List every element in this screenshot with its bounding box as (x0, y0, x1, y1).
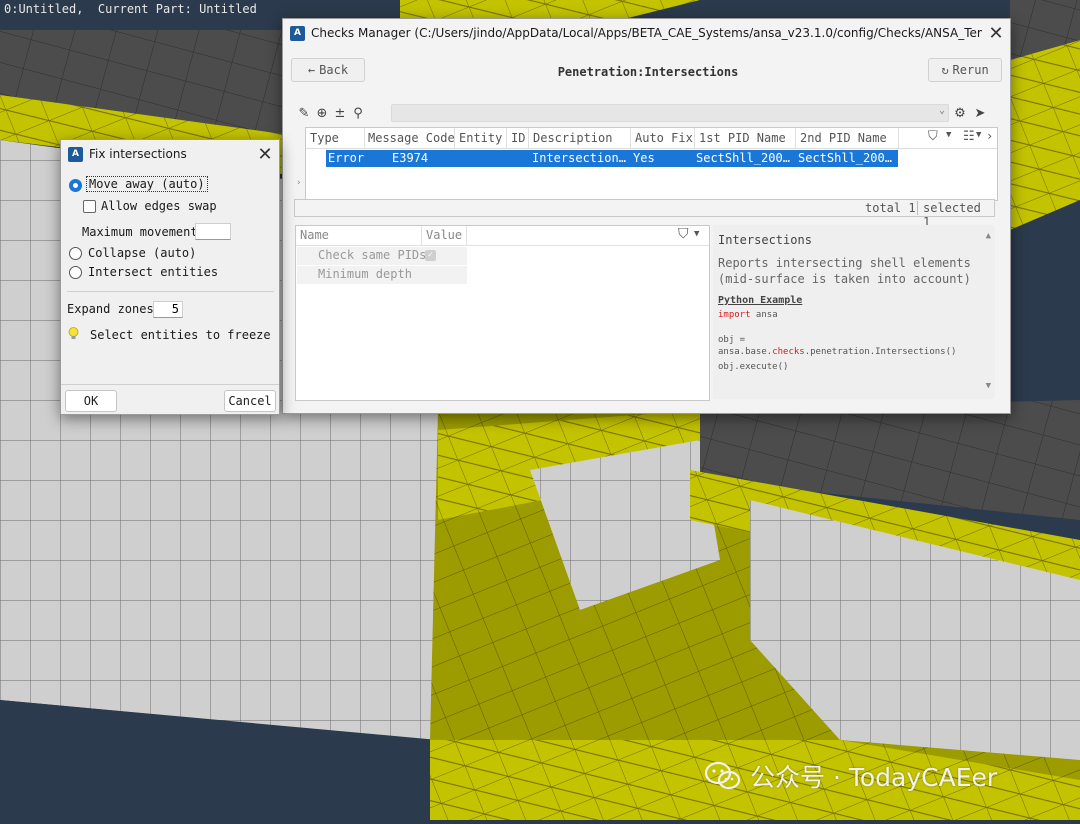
col-message-code[interactable]: Message Code (368, 131, 455, 145)
move-away-label[interactable]: Move away (auto) (86, 176, 208, 192)
filter-dropdown-icon[interactable]: ▼ (694, 229, 699, 239)
python-example-label: Python Example (718, 295, 803, 306)
cell-message-code: E3974 (392, 151, 429, 165)
checks-header-row: ← Back Penetration:Intersections ↻ Rerun (283, 51, 1010, 89)
chevron-down-icon[interactable]: ⌄ (939, 105, 945, 116)
row-expand-icon[interactable]: › (296, 178, 301, 188)
description-panel[interactable]: Intersections Reports intersecting shell… (713, 225, 995, 399)
cell-1st-pid: SectShll_200… (696, 151, 790, 165)
col-2nd-pid-name[interactable]: 2nd PID Name (800, 131, 887, 145)
table-row[interactable]: Error E3974 Intersection… Yes SectShll_2… (326, 150, 898, 167)
cell-description: Intersection… (532, 151, 626, 165)
watermark: 公众号 · TodayCAEer (704, 758, 997, 794)
results-table[interactable]: Type Message Code Entity ID Description … (296, 127, 998, 201)
wechat-icon (704, 761, 741, 790)
code-line-import: import ansa (718, 310, 778, 320)
lightbulb-icon (68, 327, 79, 339)
results-table-header: Type Message Code Entity ID Description … (306, 128, 997, 149)
parameters-panel[interactable]: Name Value ⛉ ▼ Check same PIDs ✓ Minimum… (295, 225, 710, 401)
description-text: Reports intersecting shell elements (mid… (718, 256, 971, 286)
ansa-app-icon: A (290, 25, 305, 41)
max-movement-label: Maximum movement (82, 225, 198, 239)
viewport-status-text: 0:Untitled, Current Part: Untitled (4, 2, 257, 16)
window-title: Checks Manager (C:/Users/jindo/AppData/L… (311, 26, 982, 40)
search-input[interactable]: ⌄ (391, 104, 949, 122)
param-row[interactable]: Check same PIDs ✓ (297, 247, 467, 265)
col-type[interactable]: Type (310, 131, 339, 145)
ansa-app-icon: A (68, 146, 83, 162)
search-icon[interactable]: ⚲ (349, 104, 367, 122)
col-name: Name (300, 228, 329, 242)
col-1st-pid-name[interactable]: 1st PID Name (699, 131, 786, 145)
plus-minus-icon[interactable]: ± (331, 104, 349, 122)
watermark-text: 公众号 · TodayCAEer (750, 763, 998, 792)
cell-2nd-pid: SectShll_200… (798, 151, 892, 165)
rerun-label: Rerun (952, 63, 989, 77)
zoom-icon[interactable]: ⊕ (313, 104, 331, 122)
back-label: Back (319, 63, 349, 77)
expand-zones-label: Expand zones (67, 302, 154, 316)
col-auto-fix[interactable]: Auto Fix (635, 131, 693, 145)
allow-edges-swap-label[interactable]: Allow edges swap (101, 199, 217, 213)
rerun-icon: ↻ (941, 63, 949, 77)
table-status-bar: total 1 selected 1 (294, 199, 995, 229)
fix-dialog-titlebar[interactable]: A Fix intersections ✕ (61, 140, 279, 168)
checks-manager-titlebar[interactable]: A Checks Manager (C:/Users/jindo/AppData… (283, 19, 1010, 47)
description-title: Intersections (718, 233, 812, 247)
parameters-header: Name Value ⛉ ▼ (296, 226, 709, 246)
intersect-entities-radio[interactable] (69, 266, 82, 279)
close-icon[interactable]: ✕ (251, 140, 279, 168)
filter-icon[interactable]: ⛉ (678, 226, 689, 242)
separator (61, 384, 279, 385)
check-header-title: Penetration:Intersections (557, 65, 739, 79)
check-same-pids-checkbox[interactable]: ✓ (425, 250, 436, 261)
close-icon[interactable]: ✕ (982, 19, 1010, 47)
cursor-icon[interactable]: ➤ (971, 104, 989, 122)
scroll-right-icon[interactable]: › (986, 129, 993, 143)
allow-edges-swap-checkbox[interactable] (83, 200, 96, 213)
settings-gear-icon[interactable]: ⚙ (951, 104, 969, 122)
columns-icon[interactable]: ☷ (963, 129, 975, 144)
filter-icon[interactable]: ⛉ (928, 129, 938, 144)
pick-tool-icon[interactable]: ✎ (295, 104, 313, 122)
select-freeze-label[interactable]: Select entities to freeze (90, 328, 271, 342)
intersect-entities-label[interactable]: Intersect entities (88, 265, 218, 279)
checks-manager-window[interactable]: A Checks Manager (C:/Users/jindo/AppData… (282, 18, 1011, 414)
rerun-button[interactable]: ↻ Rerun (928, 58, 1002, 82)
status-total: total 1 (865, 201, 916, 215)
separator (67, 291, 274, 292)
dialog-title: Fix intersections (89, 147, 187, 161)
cell-type: Error (328, 151, 365, 165)
param-row[interactable]: Minimum depth (297, 266, 467, 284)
scroll-up-icon[interactable]: ▲ (986, 231, 991, 241)
checks-toolbar: ✎ ⊕ ± ⚲ ⌄ ⚙ ➤ (295, 103, 995, 123)
filter-dropdown-icon[interactable]: ▼ (946, 130, 951, 140)
col-description[interactable]: Description (533, 131, 612, 145)
code-line-call: ansa.base.checks.penetration.Intersectio… (718, 347, 957, 357)
param-name: Check same PIDs (318, 248, 427, 262)
code-line-obj: obj = (718, 335, 746, 345)
back-button[interactable]: ← Back (291, 58, 365, 82)
move-away-radio[interactable] (69, 179, 82, 192)
scroll-down-icon[interactable]: ▼ (986, 381, 991, 391)
columns-dropdown-icon[interactable]: ▼ (976, 130, 981, 140)
ok-button[interactable]: OK (65, 390, 117, 412)
param-name: Minimum depth (318, 267, 412, 281)
max-movement-input[interactable] (195, 223, 231, 240)
fix-intersections-dialog[interactable]: A Fix intersections ✕ Move away (auto) A… (60, 139, 280, 415)
col-value: Value (426, 228, 463, 242)
expand-zones-input[interactable]: 5 (153, 301, 183, 318)
cell-auto-fix: Yes (633, 151, 655, 165)
col-entity[interactable]: Entity (459, 131, 502, 145)
col-id[interactable]: ID (511, 131, 525, 145)
collapse-label[interactable]: Collapse (auto) (88, 246, 196, 260)
collapse-radio[interactable] (69, 247, 82, 260)
back-arrow-icon: ← (307, 63, 316, 77)
code-line-execute: obj.execute() (718, 362, 789, 372)
cancel-button[interactable]: Cancel (224, 390, 276, 412)
